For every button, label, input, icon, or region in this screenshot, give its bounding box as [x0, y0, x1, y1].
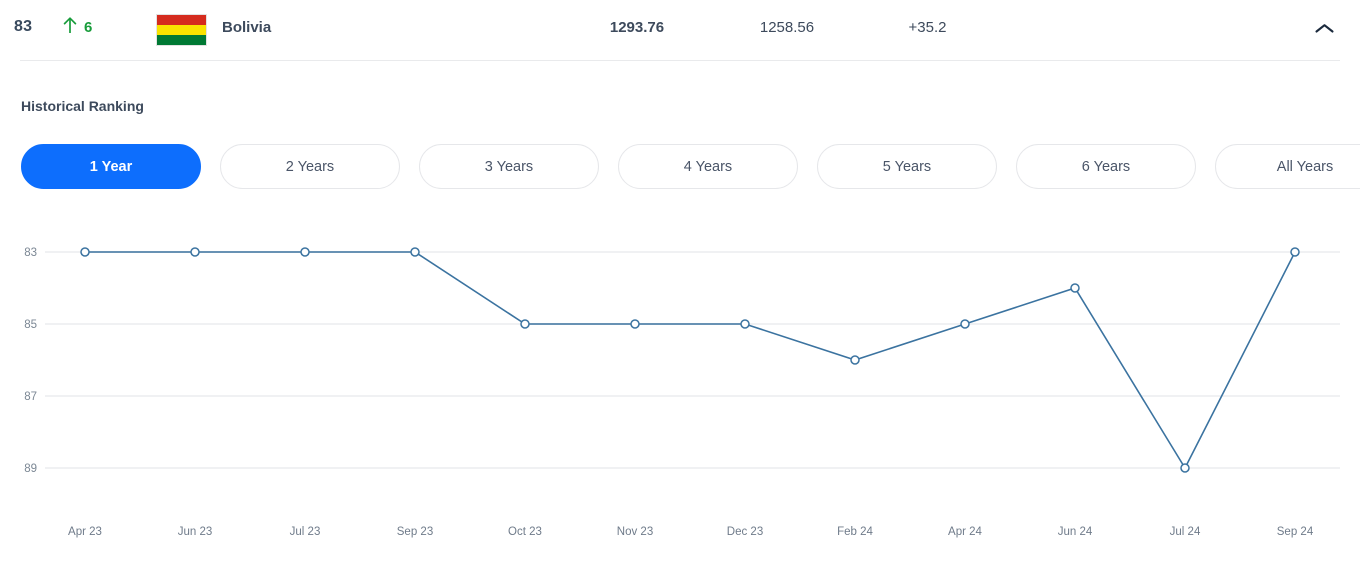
- x-axis-tick: Jun 23: [178, 526, 213, 538]
- chevron-up-icon: [1314, 23, 1334, 38]
- range-tabs: 1 Year 2 Years 3 Years 4 Years 5 Years 6…: [21, 144, 1360, 189]
- tab-5-years[interactable]: 5 Years: [817, 144, 997, 189]
- x-axis-tick: Jun 24: [1058, 526, 1093, 538]
- x-axis-tick: Jul 23: [290, 526, 321, 538]
- value-secondary: 1258.56: [759, 19, 815, 36]
- rank-change-value: 6: [84, 18, 93, 36]
- tab-4-years[interactable]: 4 Years: [618, 144, 798, 189]
- section-title: Historical Ranking: [21, 98, 144, 114]
- tab-1-year[interactable]: 1 Year: [21, 144, 201, 189]
- x-axis-tick: Oct 23: [508, 526, 542, 538]
- arrow-up-icon: [63, 17, 77, 37]
- data-point[interactable]: [1180, 463, 1190, 473]
- x-axis-tick: Jul 24: [1170, 526, 1201, 538]
- x-axis-tick: Sep 23: [397, 526, 433, 538]
- x-axis-tick: Sep 24: [1277, 526, 1314, 538]
- data-point[interactable]: [850, 355, 860, 365]
- header-divider: [20, 60, 1340, 61]
- value-delta: +35.2: [908, 19, 947, 36]
- x-axis-tick: Apr 23: [68, 526, 102, 538]
- tab-6-years[interactable]: 6 Years: [1016, 144, 1196, 189]
- x-axis-tick: Feb 24: [837, 526, 873, 538]
- tab-2-years[interactable]: 2 Years: [220, 144, 400, 189]
- tab-3-years[interactable]: 3 Years: [419, 144, 599, 189]
- data-point[interactable]: [1290, 247, 1300, 257]
- y-axis-tick: 87: [24, 391, 37, 403]
- bolivia-flag: [156, 14, 207, 46]
- data-point[interactable]: [630, 319, 640, 329]
- value-primary: 1293.76: [609, 19, 665, 36]
- country-name: Bolivia: [222, 19, 272, 36]
- y-axis-tick: 89: [24, 463, 37, 475]
- collapse-button[interactable]: [1308, 14, 1340, 46]
- data-point[interactable]: [740, 319, 750, 329]
- data-point[interactable]: [190, 247, 200, 257]
- x-axis-tick: Nov 23: [617, 526, 653, 538]
- rank-change: 6: [63, 17, 92, 37]
- series-line: [85, 251, 1296, 470]
- data-point[interactable]: [1070, 283, 1080, 293]
- y-axis-tick: 85: [24, 319, 37, 331]
- country-summary-header: 83 6 Bolivia 1293.76 1258.56 +35.2: [0, 0, 1360, 61]
- data-point[interactable]: [520, 319, 530, 329]
- x-axis-tick: Dec 23: [727, 526, 763, 538]
- data-point[interactable]: [410, 247, 420, 257]
- tab-all-years[interactable]: All Years: [1215, 144, 1360, 189]
- rank-value: 83: [14, 18, 33, 35]
- historical-ranking-chart: 83 85 87 89 Apr 23 Jun 23 Jul 23 Sep 23 Oct 23 No…: [0, 212, 1360, 552]
- data-point[interactable]: [80, 247, 90, 257]
- y-axis-tick: 83: [24, 247, 37, 259]
- chart-canvas[interactable]: 83 85 87 89 Apr 23 Jun 23 Jul 23 Sep 23 Oct 23 No…: [0, 212, 1360, 552]
- x-axis-tick: Apr 24: [948, 526, 982, 538]
- data-point[interactable]: [300, 247, 310, 257]
- data-point[interactable]: [960, 319, 970, 329]
